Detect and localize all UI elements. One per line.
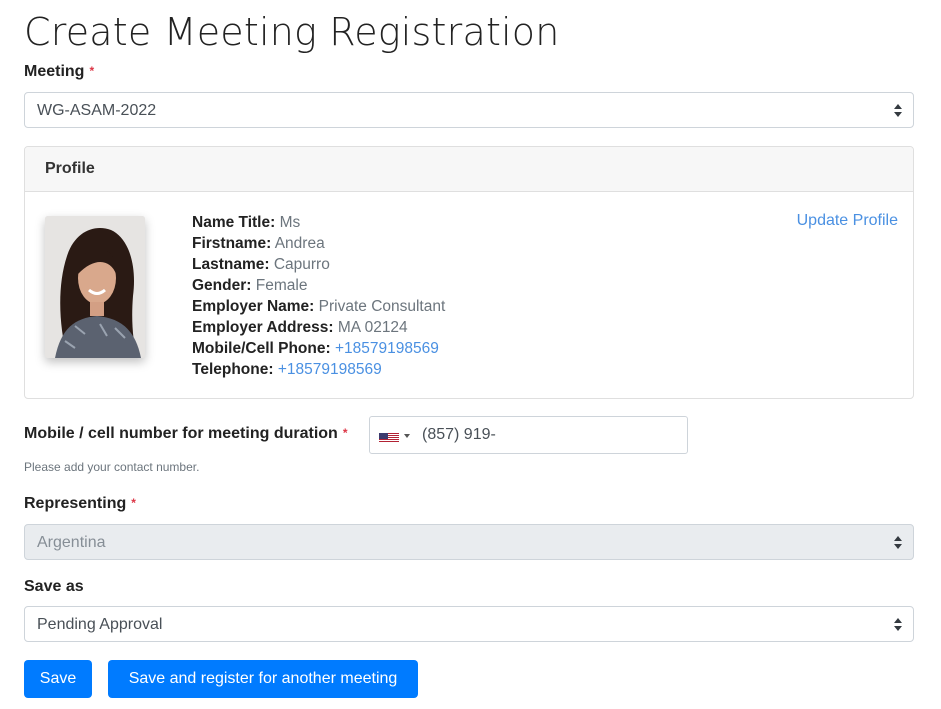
required-mark: * — [342, 426, 348, 440]
required-mark: * — [131, 496, 136, 510]
save-button[interactable]: Save — [24, 660, 92, 698]
profile-row-lastname: Lastname: Capurro — [192, 256, 330, 273]
page-title: Create Meeting Registration — [24, 10, 560, 54]
save-as-label-text: Save as — [24, 578, 84, 595]
select-arrows-icon — [894, 536, 902, 550]
meeting-select[interactable]: WG-ASAM-2022 — [24, 92, 914, 128]
update-profile-link[interactable]: Update Profile — [797, 212, 898, 230]
profile-photo — [45, 216, 145, 358]
representing-select[interactable]: Argentina — [24, 524, 914, 560]
save-as-label: Save as — [24, 578, 84, 596]
required-mark: * — [89, 64, 95, 78]
meeting-select-value: WG-ASAM-2022 — [37, 102, 157, 119]
representing-select-value: Argentina — [37, 534, 106, 551]
select-arrows-icon — [894, 104, 902, 118]
country-selector[interactable] — [370, 417, 414, 453]
profile-info: Name Title: Ms Firstname: Andrea Lastnam… — [192, 212, 445, 380]
telephone-link[interactable]: +18579198569 — [278, 361, 382, 378]
profile-row-employer-address: Employer Address: MA 02124 — [192, 319, 408, 336]
profile-row-firstname: Firstname: Andrea — [192, 235, 325, 252]
profile-header-title: Profile — [45, 160, 95, 177]
profile-card: Profile Name Title: Ms Firstname: Andrea… — [24, 146, 914, 399]
save-as-select-value: Pending Approval — [37, 616, 163, 633]
mobile-label-text: Mobile / cell number for meeting duratio… — [24, 425, 338, 442]
meeting-label-text: Meeting — [24, 63, 85, 80]
chevron-down-icon — [404, 434, 410, 438]
profile-row-employer-name: Employer Name: Private Consultant — [192, 298, 446, 315]
mobile-phone-value: (857) 919- — [422, 426, 496, 443]
save-and-register-another-button[interactable]: Save and register for another meeting — [108, 660, 418, 698]
mobile-label: Mobile / cell number for meeting duratio… — [24, 425, 347, 443]
meeting-label: Meeting * — [24, 63, 94, 81]
profile-row-telephone: Telephone: +18579198569 — [192, 361, 382, 378]
profile-row-mobile: Mobile/Cell Phone: +18579198569 — [192, 340, 439, 357]
profile-row-gender: Gender: Female — [192, 277, 308, 294]
mobile-phone-link[interactable]: +18579198569 — [335, 340, 439, 357]
profile-row-name-title: Name Title: Ms — [192, 214, 301, 231]
select-arrows-icon — [894, 618, 902, 632]
save-as-select[interactable]: Pending Approval — [24, 606, 914, 642]
us-flag-icon — [379, 431, 399, 442]
mobile-phone-input[interactable]: (857) 919- — [369, 416, 688, 454]
profile-card-header: Profile — [25, 147, 913, 192]
representing-label: Representing * — [24, 495, 136, 513]
mobile-help-text: Please add your contact number. — [24, 460, 200, 474]
representing-label-text: Representing — [24, 495, 127, 512]
